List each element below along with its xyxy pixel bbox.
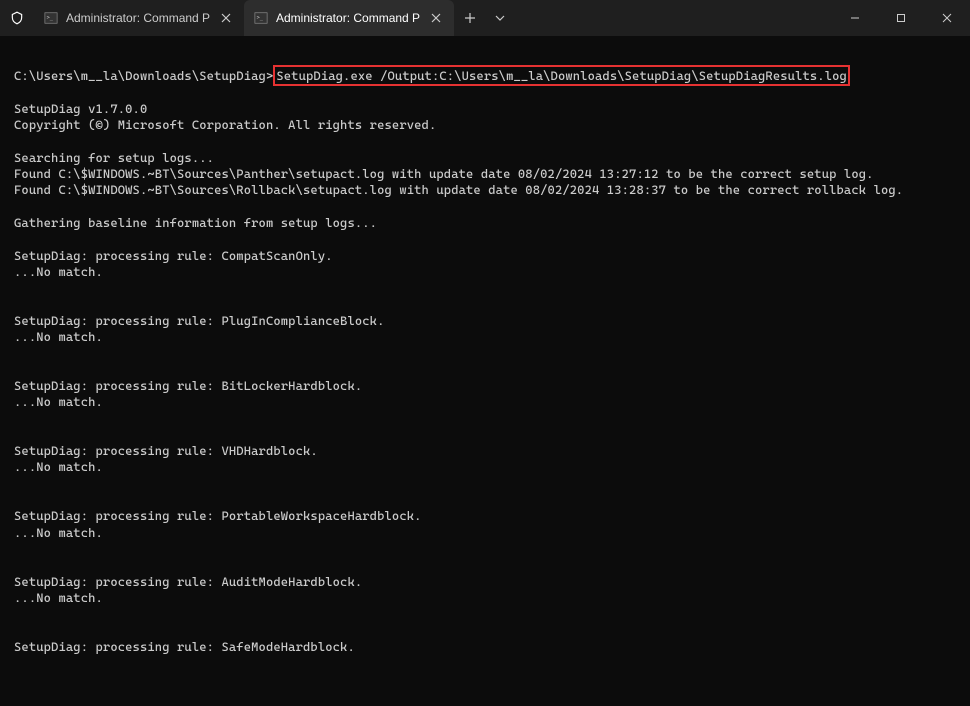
tab-active[interactable]: >_ Administrator: Command Pron — [244, 0, 454, 36]
shield-icon — [0, 0, 34, 36]
chevron-down-icon[interactable] — [486, 0, 514, 36]
minimize-button[interactable] — [832, 0, 878, 36]
terminal-line: SetupDiag: processing rule: BitLockerHar… — [14, 378, 362, 393]
terminal-line: Copyright (©) Microsoft Corporation. All… — [14, 117, 436, 132]
terminal-line: SetupDiag: processing rule: PortableWork… — [14, 508, 422, 523]
terminal-line: ...No match. — [14, 590, 103, 605]
cmd-icon: >_ — [44, 11, 58, 25]
close-icon[interactable] — [218, 10, 234, 26]
terminal-line: ...No match. — [14, 329, 103, 344]
svg-text:>_: >_ — [47, 15, 54, 21]
tab-inactive[interactable]: >_ Administrator: Command Prom — [34, 0, 244, 36]
titlebar-left: >_ Administrator: Command Prom >_ — [0, 0, 514, 36]
close-icon[interactable] — [428, 10, 444, 26]
cmd-icon: >_ — [254, 11, 268, 25]
terminal-line: Searching for setup logs... — [14, 150, 214, 165]
terminal-line: Found C:\$WINDOWS.~BT\Sources\Rollback\s… — [14, 182, 903, 197]
terminal-output[interactable]: C:\Users\m__la\Downloads\SetupDiag>Setup… — [0, 36, 970, 671]
maximize-button[interactable] — [878, 0, 924, 36]
terminal-line: ...No match. — [14, 394, 103, 409]
terminal-line: Found C:\$WINDOWS.~BT\Sources\Panther\se… — [14, 166, 874, 181]
prompt: C:\Users\m__la\Downloads\SetupDiag> — [14, 68, 273, 83]
titlebar: >_ Administrator: Command Prom >_ — [0, 0, 970, 36]
terminal-line: SetupDiag: processing rule: PlugInCompli… — [14, 313, 385, 328]
terminal-line: SetupDiag: processing rule: AuditModeHar… — [14, 574, 362, 589]
close-window-button[interactable] — [924, 0, 970, 36]
terminal-line: SetupDiag: processing rule: VHDHardblock… — [14, 443, 318, 458]
window-controls — [832, 0, 970, 36]
terminal-line: SetupDiag v1.7.0.0 — [14, 101, 147, 116]
terminal-line: ...No match. — [14, 264, 103, 279]
new-tab-button[interactable] — [454, 0, 486, 36]
tabs-container: >_ Administrator: Command Prom >_ — [34, 0, 454, 36]
tab-title: Administrator: Command Pron — [276, 11, 420, 25]
terminal-line: ...No match. — [14, 525, 103, 540]
svg-text:>_: >_ — [257, 15, 264, 21]
terminal-line: Gathering baseline information from setu… — [14, 215, 377, 230]
terminal-line: SetupDiag: processing rule: SafeModeHard… — [14, 639, 355, 654]
terminal-line: ...No match. — [14, 459, 103, 474]
command-highlight: SetupDiag.exe /Output:C:\Users\m__la\Dow… — [273, 65, 850, 86]
terminal-line: SetupDiag: processing rule: CompatScanOn… — [14, 248, 333, 263]
tab-title: Administrator: Command Prom — [66, 11, 210, 25]
